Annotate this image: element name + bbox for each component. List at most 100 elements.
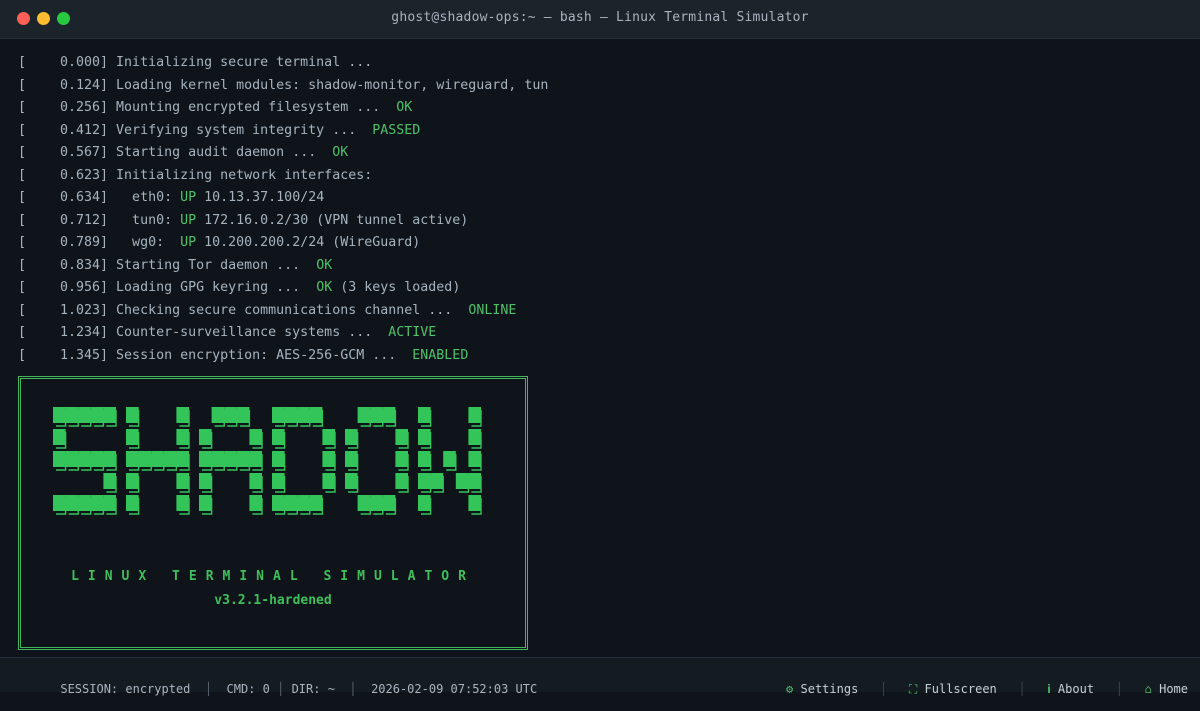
logo-block bbox=[395, 429, 408, 445]
bracket-close: ] bbox=[100, 55, 117, 70]
log-dots: ... bbox=[348, 55, 373, 70]
log-message: Starting audit daemon bbox=[116, 145, 285, 160]
log-status: OK bbox=[316, 280, 333, 295]
logo-block bbox=[199, 473, 212, 489]
log-status: PASSED bbox=[372, 122, 421, 138]
logo-block bbox=[418, 495, 431, 511]
boot-log-line: [ 1.345] Session encryption: AES-256-GCM… bbox=[18, 345, 1180, 368]
boot-log-line: [ 1.023] Checking secure communications … bbox=[18, 300, 1180, 323]
timestamp: 0.834 bbox=[60, 257, 101, 273]
logo-block bbox=[53, 451, 66, 467]
log-status: UP bbox=[180, 212, 197, 228]
timestamp: 0.712 bbox=[60, 212, 101, 228]
log-detail: (3 keys loaded) bbox=[332, 280, 461, 295]
terminal-output[interactable]: [ 0.000] Initializing secure terminal ..… bbox=[18, 52, 1180, 367]
window-title: ghost@shadow-ops:~ — bash — Linux Termin… bbox=[391, 10, 809, 25]
current-directory: DIR: ~ bbox=[291, 682, 335, 696]
logo-block bbox=[90, 495, 104, 511]
log-dots: ... bbox=[332, 122, 357, 138]
logo-block bbox=[272, 407, 285, 423]
timestamp: 0.623 bbox=[60, 167, 101, 183]
log-status: ACTIVE bbox=[388, 325, 437, 340]
logo-block bbox=[126, 407, 139, 423]
logo-block bbox=[272, 473, 285, 489]
bracket-close: ] bbox=[100, 122, 117, 138]
bracket-open: [ bbox=[18, 325, 43, 340]
timestamp: 0.789 bbox=[60, 235, 101, 250]
log-message: Loading GPG keyring bbox=[116, 280, 269, 295]
log-message: Checking secure communications channel bbox=[116, 302, 421, 318]
logo-block bbox=[370, 407, 383, 423]
bracket-open: [ bbox=[18, 212, 43, 228]
settings-label: Settings bbox=[800, 682, 859, 696]
logo-block bbox=[176, 451, 189, 467]
logo-block bbox=[309, 495, 323, 511]
logo-block bbox=[297, 495, 310, 511]
log-dots: ... bbox=[276, 280, 301, 295]
timestamp: 0.124 bbox=[60, 77, 101, 93]
logo-block bbox=[53, 495, 66, 511]
bracket-open: [ bbox=[18, 122, 43, 138]
timestamp: 0.256 bbox=[60, 100, 101, 115]
banner-version: v3.2.1-hardened bbox=[214, 593, 332, 608]
timestamp: 0.000 bbox=[60, 55, 101, 70]
logo-block bbox=[126, 495, 139, 511]
bracket-close: ] bbox=[100, 347, 117, 363]
info-icon: ℹ bbox=[1047, 682, 1051, 696]
bracket-open: [ bbox=[18, 77, 43, 93]
log-message: Loading kernel modules: shadow-monitor, … bbox=[116, 77, 549, 93]
bracket-close: ] bbox=[100, 257, 117, 273]
bracket-open: [ bbox=[18, 347, 43, 363]
boot-log-line: [ 0.124] Loading kernel modules: shadow-… bbox=[18, 75, 1180, 98]
logo-block bbox=[395, 473, 408, 489]
settings-button[interactable]: ⚙ Settings bbox=[786, 682, 858, 696]
logo-block bbox=[309, 407, 323, 423]
log-dots: ... bbox=[348, 325, 373, 340]
boot-log-line: [ 0.789] wg0: UP 10.200.200.2/24 (WireGu… bbox=[18, 232, 1180, 255]
command-count: CMD: 0 bbox=[226, 682, 270, 696]
logo-block bbox=[345, 473, 358, 489]
boot-log-line: [ 1.234] Counter-surveillance systems ..… bbox=[18, 322, 1180, 345]
log-dots: ... bbox=[428, 302, 453, 318]
boot-log-line: [ 0.712] tun0: UP 172.16.0.2/30 (VPN tun… bbox=[18, 210, 1180, 233]
log-message: Initializing network interfaces: bbox=[116, 167, 373, 183]
fullscreen-button[interactable]: ⛶ Fullscreen bbox=[909, 682, 997, 696]
logo-block bbox=[418, 451, 431, 467]
logo-block bbox=[249, 495, 262, 511]
logo-block bbox=[272, 495, 285, 511]
about-button[interactable]: ℹ About bbox=[1047, 682, 1094, 696]
logo-block bbox=[345, 429, 358, 445]
logo-block bbox=[163, 451, 177, 467]
logo-block bbox=[468, 473, 481, 489]
logo-block bbox=[345, 451, 358, 467]
boot-log-line: [ 0.834] Starting Tor daemon ... OK bbox=[18, 255, 1180, 278]
logo-block bbox=[199, 429, 212, 445]
logo-block bbox=[249, 451, 262, 467]
bracket-open: [ bbox=[18, 167, 43, 183]
boot-log-line: [ 0.623] Initializing network interfaces… bbox=[18, 165, 1180, 188]
timestamp: 0.412 bbox=[60, 122, 101, 138]
logo-block bbox=[224, 451, 237, 467]
logo-block bbox=[297, 407, 310, 423]
boot-log-line: [ 0.634] eth0: UP 10.13.37.100/24 bbox=[18, 187, 1180, 210]
home-button[interactable]: ⌂ Home bbox=[1145, 682, 1188, 696]
bracket-open: [ bbox=[18, 280, 43, 295]
log-status: ONLINE bbox=[468, 302, 517, 318]
shadow-logo bbox=[53, 407, 482, 515]
logo-block bbox=[322, 429, 335, 445]
log-message: Verifying system integrity bbox=[116, 122, 325, 138]
log-status: UP bbox=[180, 190, 197, 205]
timestamp: 1.345 bbox=[60, 347, 101, 363]
home-label: Home bbox=[1159, 682, 1188, 696]
logo-block bbox=[272, 451, 285, 467]
log-message: Counter-surveillance systems bbox=[116, 325, 341, 340]
logo-block bbox=[199, 495, 212, 511]
logo-block bbox=[78, 451, 91, 467]
timestamp: 0.634 bbox=[60, 190, 101, 205]
bracket-close: ] bbox=[100, 77, 117, 93]
logo-block bbox=[199, 451, 212, 467]
logo-block bbox=[357, 495, 371, 511]
boot-log-line: [ 0.956] Loading GPG keyring ... OK (3 k… bbox=[18, 277, 1180, 300]
log-message: Initializing secure terminal bbox=[116, 55, 341, 70]
bracket-open: [ bbox=[18, 302, 43, 318]
